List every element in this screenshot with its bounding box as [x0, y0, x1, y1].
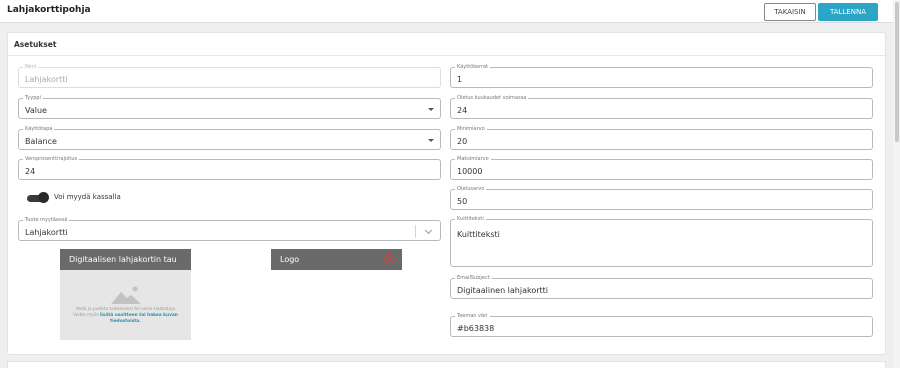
- email-subject-label: EmailSubject: [455, 275, 492, 282]
- card-header: Asetukset: [8, 33, 885, 56]
- name-value: Lahjakortti: [25, 75, 68, 84]
- min-label: Minimiarvo: [455, 126, 487, 133]
- type-value: Value: [25, 106, 47, 115]
- name-label: Nimi: [23, 64, 39, 71]
- theme-color-value: #b63838: [457, 324, 495, 333]
- default-label: Oletusarvo: [455, 186, 487, 193]
- chevron-down-icon[interactable]: [424, 226, 433, 235]
- validity-value: 24: [457, 106, 468, 115]
- next-card-edge: [7, 361, 886, 368]
- usage-value: Balance: [25, 137, 57, 146]
- validity-field[interactable]: Oletus kuukaudet voimassa 24: [450, 95, 873, 119]
- uses-label: Käyttökerrat: [455, 64, 491, 71]
- receipt-text-area[interactable]: Kuittiteksti Kuittiteksti: [450, 216, 873, 267]
- sell-toggle-knob[interactable]: [38, 192, 49, 203]
- usage-select[interactable]: Käyttötapa Balance: [18, 126, 441, 150]
- type-label: Tyyppi: [23, 95, 43, 102]
- top-bar: Lahjakorttipohja TAKAISIN TALLENNA: [0, 0, 900, 23]
- card-title: Asetukset: [14, 40, 57, 49]
- max-label: Maksimiarvo: [455, 156, 491, 163]
- usage-label: Käyttötapa: [23, 126, 55, 133]
- tax-field[interactable]: Veroprosenttirajoitus 24: [18, 156, 441, 180]
- logo-header: Logo: [271, 249, 402, 270]
- back-button[interactable]: TAKAISIN: [764, 3, 816, 21]
- image-upload-title: Digitaalisen lahjakortin tau: [69, 255, 177, 264]
- uses-field[interactable]: Käyttökerrat 1: [450, 64, 873, 88]
- uses-value: 1: [457, 75, 463, 84]
- min-value: 20: [457, 137, 468, 146]
- validity-label: Oletus kuukaudet voimassa: [455, 95, 529, 102]
- tax-value: 24: [25, 167, 36, 176]
- product-value: Lahjakortti: [25, 228, 68, 237]
- type-select[interactable]: Tyyppi Value: [18, 95, 441, 119]
- select-divider: [415, 225, 416, 238]
- email-subject-value: Digitaalinen lahjakortti: [457, 286, 549, 295]
- image-placeholder-icon: [111, 286, 141, 304]
- help-line-2-prefix: Voitte myös: [73, 313, 100, 318]
- logo-title: Logo: [280, 255, 300, 264]
- default-value-field[interactable]: Oletusarvo 50: [450, 186, 873, 210]
- add-url-link[interactable]: lisätä osoitteen tai hakea kuvan: [100, 313, 178, 318]
- name-field: Nimi Lahjakortti: [18, 64, 441, 88]
- max-value-field[interactable]: Maksimiarvo 10000: [450, 156, 873, 180]
- image-upload-header: Digitaalisen lahjakortin tau: [60, 249, 191, 270]
- scrollbar-thumb[interactable]: [895, 2, 899, 142]
- tax-label: Veroprosenttirajoitus: [23, 156, 80, 163]
- product-select[interactable]: Tuote myytäessä Lahjakortti: [18, 217, 441, 241]
- caret-down-icon: [428, 139, 434, 142]
- theme-color-label: Teeman väri: [455, 313, 490, 320]
- receipt-label: Kuittiteksti: [455, 216, 486, 223]
- email-subject-field[interactable]: EmailSubject Digitaalinen lahjakortti: [450, 275, 873, 299]
- max-value: 10000: [457, 167, 483, 176]
- product-label: Tuote myytäessä: [23, 217, 70, 224]
- remove-icon[interactable]: [384, 254, 394, 264]
- page-scrollbar[interactable]: [893, 0, 900, 368]
- sell-toggle-label: Voi myydä kassalla: [54, 193, 121, 201]
- browse-files-link[interactable]: tiedostoista.: [110, 319, 141, 324]
- theme-color-field[interactable]: Teeman väri #b63838: [450, 313, 873, 337]
- receipt-value: Kuittiteksti: [457, 230, 500, 239]
- default-value: 50: [457, 197, 468, 206]
- caret-down-icon: [428, 108, 434, 111]
- min-value-field[interactable]: Minimiarvo 20: [450, 126, 873, 150]
- image-upload-help: Vedä ja pudota tadostoiesi tai selaa tie…: [60, 307, 191, 325]
- page-title: Lahjakorttipohja: [7, 5, 91, 15]
- save-button[interactable]: TALLENNA: [818, 3, 878, 21]
